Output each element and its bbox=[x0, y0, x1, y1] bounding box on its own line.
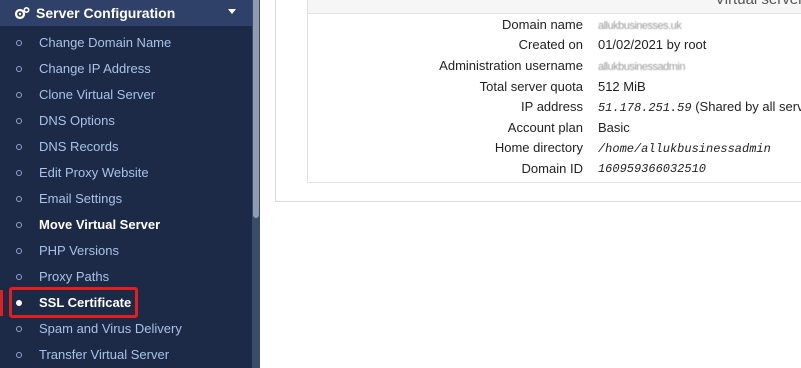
domain-id-value: 160959366032510 bbox=[598, 158, 801, 179]
created-on-value: 01/02/2021 by root bbox=[597, 37, 707, 53]
domain-name-value: allukbusinesses.uk bbox=[598, 14, 801, 35]
virtual-server-details: Virtual server d Domain name allukbusine… bbox=[307, 0, 801, 183]
sidebar: Server Configuration Change Domain Name … bbox=[0, 0, 260, 368]
main-content: Virtual server d Domain name allukbusine… bbox=[260, 0, 801, 368]
home-directory-value: /home/allukbusinessadmin bbox=[598, 138, 801, 159]
menu-item-label: Transfer Virtual Server bbox=[39, 347, 170, 362]
panel-heading: Virtual server d bbox=[308, 0, 801, 14]
ip-address-label: IP address bbox=[521, 99, 583, 115]
admin-username-label: Administration username bbox=[439, 57, 583, 73]
sidebar-scrollbar[interactable] bbox=[252, 0, 260, 368]
menu-item-label: Email Settings bbox=[39, 191, 123, 206]
bullet-icon bbox=[16, 326, 22, 332]
ip-address-note: (Shared by all servers) bbox=[695, 98, 801, 114]
menu-item-dns-options[interactable]: DNS Options bbox=[0, 108, 252, 134]
admin-username-value: allukbusinessadmin bbox=[598, 55, 801, 76]
bullet-icon bbox=[16, 352, 22, 358]
account-plan-label: Account plan bbox=[507, 119, 583, 135]
menu-item-spam-and-virus-delivery[interactable]: Spam and Virus Delivery bbox=[0, 316, 252, 342]
server-quota-label: Total server quota bbox=[479, 78, 583, 94]
menu-item-dns-records[interactable]: DNS Records bbox=[0, 134, 252, 160]
server-configuration-header[interactable]: Server Configuration bbox=[0, 0, 252, 26]
bullet-icon bbox=[16, 66, 22, 72]
bullet-icon bbox=[16, 118, 22, 124]
home-directory-label: Home directory bbox=[494, 140, 583, 156]
bullet-icon bbox=[16, 222, 22, 228]
menu-item-transfer-virtual-server[interactable]: Transfer Virtual Server bbox=[0, 342, 252, 368]
bullet-icon bbox=[16, 170, 22, 176]
highlight-marker bbox=[0, 290, 3, 316]
menu-item-change-domain-name[interactable]: Change Domain Name bbox=[0, 30, 252, 56]
cogs-icon bbox=[14, 6, 30, 20]
scrollbar-thumb[interactable] bbox=[253, 0, 259, 218]
ip-address-value: 51.178.251.59 (Shared by all servers) bbox=[598, 96, 801, 117]
menu-item-move-virtual-server[interactable]: Move Virtual Server bbox=[0, 212, 252, 238]
menu-item-label: DNS Options bbox=[39, 113, 115, 128]
ip-address-text: 51.178.251.59 bbox=[597, 100, 692, 115]
table-row: Administration username allukbusinessadm… bbox=[308, 55, 801, 76]
section-title: Server Configuration bbox=[36, 5, 176, 21]
table-row: Home directory /home/allukbusinessadmin bbox=[308, 138, 801, 159]
menu-item-label: Proxy Paths bbox=[39, 269, 110, 284]
table-row: Domain ID 160959366032510 bbox=[308, 158, 801, 179]
domain-id-label: Domain ID bbox=[521, 160, 583, 176]
menu-item-php-versions[interactable]: PHP Versions bbox=[0, 238, 252, 264]
created-on-label: Created on bbox=[518, 37, 583, 53]
menu-item-email-settings[interactable]: Email Settings bbox=[0, 186, 252, 212]
domain-name-label: Domain name bbox=[502, 16, 583, 32]
server-info-table: Domain name allukbusinesses.uk Created o… bbox=[308, 14, 801, 179]
panel-heading-text: Virtual server d bbox=[715, 0, 801, 8]
menu-item-label: Clone Virtual Server bbox=[39, 87, 156, 102]
domain-id-text: 160959366032510 bbox=[597, 162, 706, 177]
table-row: Domain name allukbusinesses.uk bbox=[308, 14, 801, 35]
account-plan-value: Basic bbox=[597, 119, 630, 135]
menu-item-label: PHP Versions bbox=[39, 243, 119, 258]
menu-item-label: Move Virtual Server bbox=[39, 217, 161, 232]
menu-item-change-ip-address[interactable]: Change IP Address bbox=[0, 56, 252, 82]
bullet-icon bbox=[16, 248, 22, 254]
menu-item-label: Spam and Virus Delivery bbox=[39, 321, 182, 336]
home-directory-text: /home/allukbusinessadmin bbox=[597, 141, 771, 156]
table-row: Total server quota 512 MiB bbox=[308, 76, 801, 97]
table-row: Created on 01/02/2021 by root bbox=[308, 35, 801, 56]
bullet-icon bbox=[16, 274, 22, 280]
menu-item-clone-virtual-server[interactable]: Clone Virtual Server bbox=[0, 82, 252, 108]
menu-item-label: Change IP Address bbox=[39, 61, 151, 76]
ssl-certificate-highlight-box bbox=[9, 287, 138, 318]
bullet-icon bbox=[16, 40, 22, 46]
domain-name-redacted: allukbusinesses.uk bbox=[597, 19, 682, 32]
menu-item-label: Edit Proxy Website bbox=[39, 165, 149, 180]
menu-item-label: DNS Records bbox=[39, 139, 119, 154]
table-row: Account plan Basic bbox=[308, 117, 801, 138]
admin-username-redacted: allukbusinessadmin bbox=[597, 60, 686, 73]
table-row: IP address 51.178.251.59 (Shared by all … bbox=[308, 96, 801, 117]
menu-item-edit-proxy-website[interactable]: Edit Proxy Website bbox=[0, 160, 252, 186]
bullet-icon bbox=[16, 196, 22, 202]
virtual-server-panel: Virtual server d Domain name allukbusine… bbox=[275, 0, 801, 202]
caret-down-icon[interactable] bbox=[228, 9, 236, 14]
bullet-icon bbox=[16, 92, 22, 98]
server-quota-value: 512 MiB bbox=[597, 78, 646, 94]
bullet-icon bbox=[16, 144, 22, 150]
menu-item-label: Change Domain Name bbox=[39, 35, 172, 50]
